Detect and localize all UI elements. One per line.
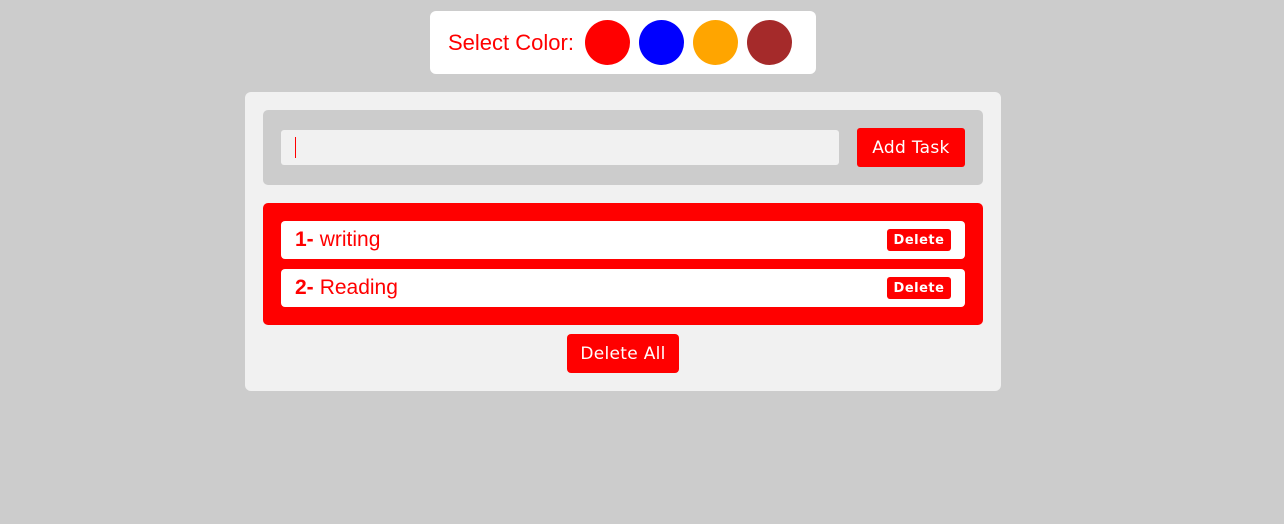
add-task-button[interactable]: Add Task <box>857 128 965 167</box>
task-text: writing <box>319 228 381 251</box>
task-number: 1- <box>295 228 314 251</box>
color-swatch-brown[interactable] <box>746 20 792 65</box>
color-picker: Select Color: <box>430 11 816 74</box>
task-number: 2- <box>295 276 314 299</box>
list-item: 1- writing Delete <box>281 221 965 259</box>
color-swatch-blue[interactable] <box>638 20 684 65</box>
color-swatch-red[interactable] <box>584 20 630 65</box>
todo-app: Add Task 1- writing Delete 2- Reading De… <box>245 92 1001 391</box>
color-swatch-orange[interactable] <box>692 20 738 65</box>
delete-task-button[interactable]: Delete <box>887 229 951 251</box>
task-input[interactable] <box>281 130 839 165</box>
task-text: Reading <box>319 276 398 299</box>
delete-task-button[interactable]: Delete <box>887 277 951 299</box>
task-form: Add Task <box>263 110 983 185</box>
text-caret <box>295 137 296 158</box>
delete-all-button[interactable]: Delete All <box>567 334 679 373</box>
list-item: 2- Reading Delete <box>281 269 965 307</box>
select-color-label: Select Color: <box>448 29 574 55</box>
task-list: 1- writing Delete 2- Reading Delete <box>263 203 983 325</box>
